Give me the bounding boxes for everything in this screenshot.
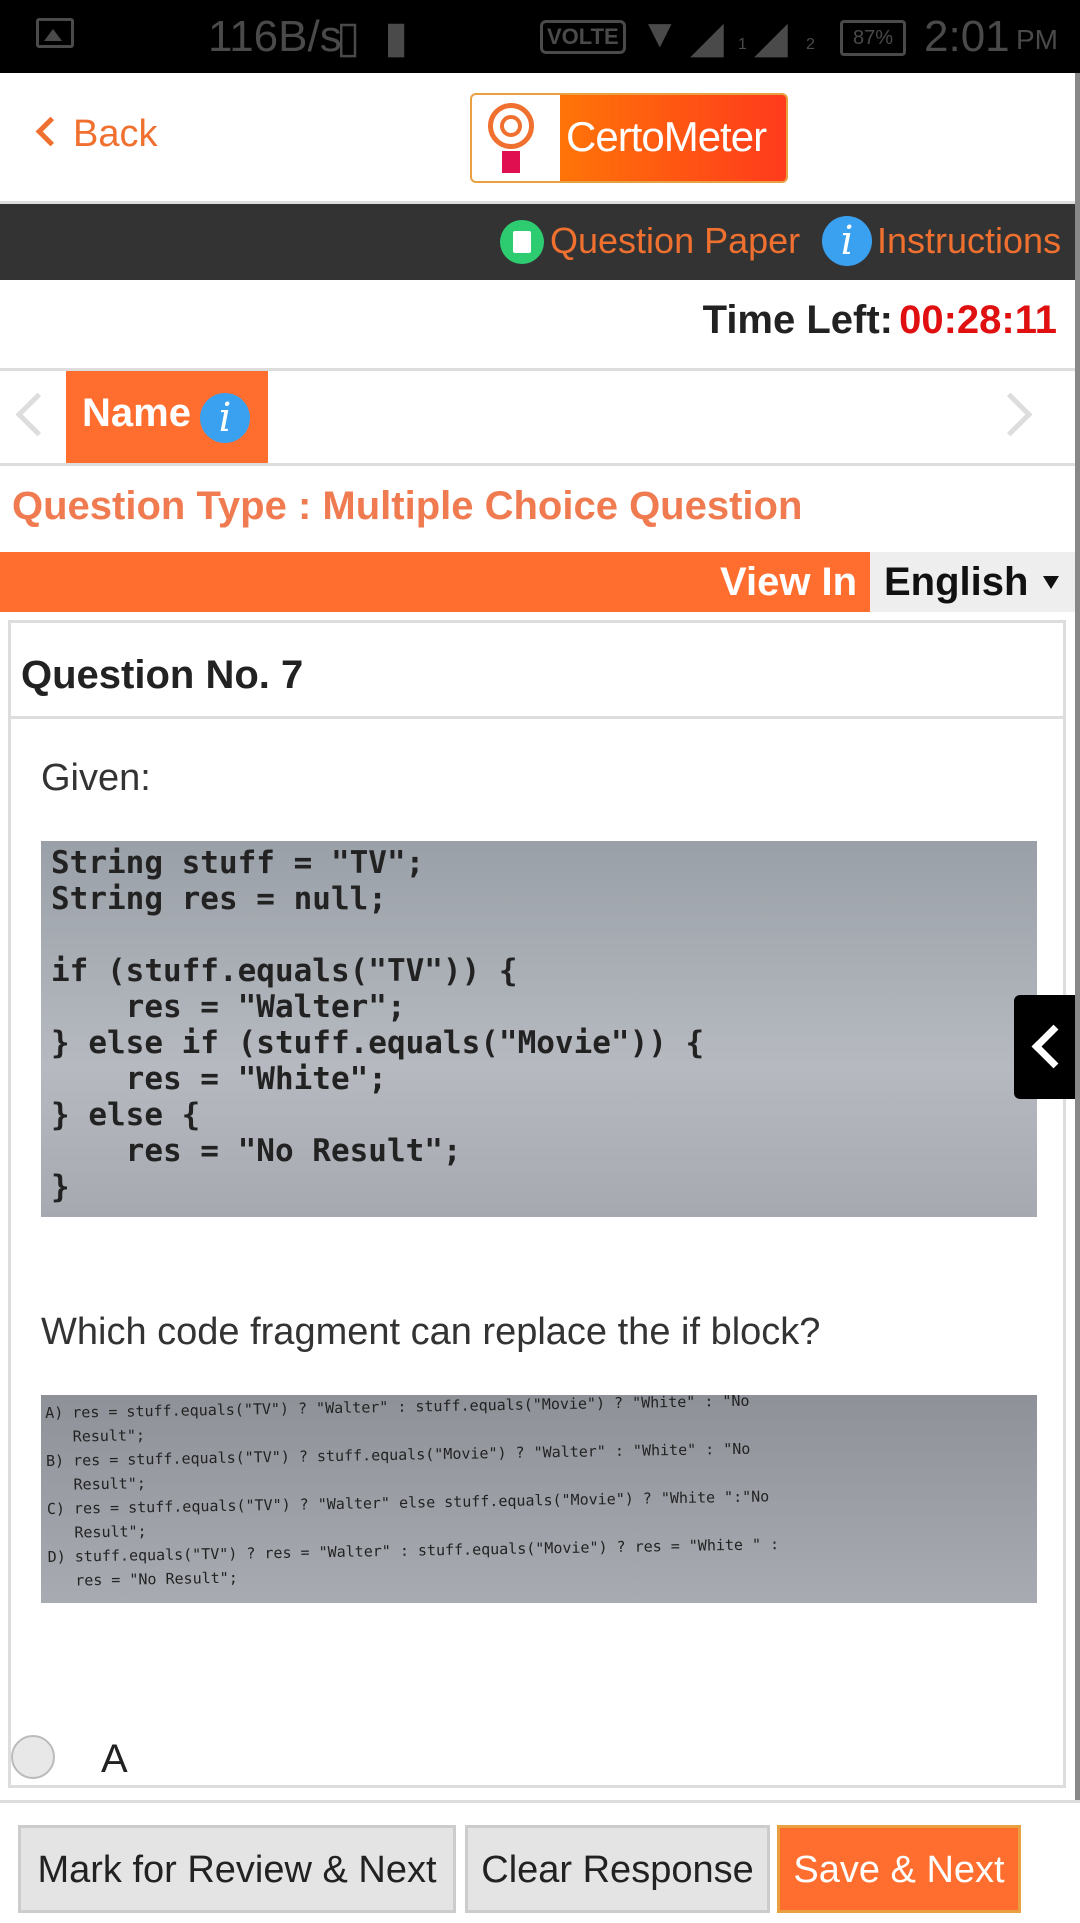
question-prompt: Which code fragment can replace the if b… bbox=[41, 1311, 821, 1353]
certometer-logo: CertoMeter bbox=[470, 93, 788, 183]
clear-response-button[interactable]: Clear Response bbox=[465, 1825, 770, 1913]
question-given: Given: bbox=[41, 757, 151, 799]
gallery-icon bbox=[36, 18, 74, 48]
clock-ampm: PM bbox=[1016, 24, 1058, 55]
time-left-label: Time Left: bbox=[702, 298, 893, 342]
back-label: Back bbox=[73, 113, 158, 155]
code-image-text: String stuff = "TV"; String res = null; … bbox=[51, 845, 705, 1205]
question-number: Question No. 7 bbox=[21, 653, 304, 697]
question-paper-icon[interactable] bbox=[500, 220, 544, 264]
target-icon bbox=[472, 95, 560, 181]
wifi-icon: ▼ bbox=[640, 12, 680, 56]
logo-text: CertoMeter bbox=[566, 113, 767, 160]
option-a[interactable]: A bbox=[11, 1733, 411, 1783]
info-icon[interactable]: i bbox=[822, 216, 872, 266]
question-number-row: Question No. 7 bbox=[11, 623, 1063, 719]
volte-badge: VOLTE bbox=[540, 20, 626, 54]
timer-row: Time Left: 00:28:11 bbox=[0, 280, 1075, 371]
options-image-text: A) res = stuff.equals("TV") ? "Walter" :… bbox=[45, 1395, 780, 1590]
options-image: A) res = stuff.equals("TV") ? "Walter" :… bbox=[41, 1395, 1037, 1603]
network-speed: 116B/s bbox=[208, 12, 342, 61]
chevron-left-icon bbox=[1031, 1024, 1076, 1069]
action-bar: Mark for Review & Next Clear Response Sa… bbox=[0, 1800, 1080, 1923]
section-tab-label: Name bbox=[82, 391, 191, 435]
view-in-bar: View In English bbox=[0, 552, 1075, 612]
vibrate-icon: ▮ bbox=[384, 13, 409, 62]
section-tabs: Name i bbox=[0, 371, 1075, 466]
signal-icon-1: ◢ bbox=[690, 13, 724, 62]
option-a-label: A bbox=[101, 1737, 128, 1781]
question-panel: Question No. 7 Given: String stuff = "TV… bbox=[8, 620, 1066, 1788]
sim-1-label: 1 bbox=[738, 36, 747, 53]
code-image: String stuff = "TV"; String res = null; … bbox=[41, 841, 1037, 1217]
scrollbar bbox=[1075, 73, 1080, 1920]
language-value: English bbox=[884, 560, 1029, 604]
question-type: Question Type : Multiple Choice Question bbox=[12, 484, 803, 528]
view-in-label: View In bbox=[720, 560, 858, 604]
chevron-right-icon[interactable] bbox=[988, 392, 1033, 437]
sim-2-label: 2 bbox=[806, 36, 815, 53]
section-info-icon[interactable]: i bbox=[200, 393, 250, 443]
mark-for-review-button[interactable]: Mark for Review & Next bbox=[18, 1825, 456, 1913]
instructions-link[interactable]: Instructions bbox=[877, 220, 1061, 262]
signal-icon-2: ◢ bbox=[754, 13, 788, 62]
back-button[interactable]: Back bbox=[35, 113, 158, 156]
chevron-left-icon bbox=[35, 116, 66, 147]
language-select[interactable]: English bbox=[870, 552, 1075, 612]
caret-down-icon bbox=[1043, 576, 1059, 589]
section-tab-name[interactable]: Name i bbox=[66, 371, 268, 463]
phone-icon: ▯ bbox=[336, 13, 361, 62]
side-panel-toggle[interactable] bbox=[1014, 995, 1076, 1099]
battery-icon: 87% bbox=[840, 20, 906, 56]
time-left-value: 00:28:11 bbox=[899, 298, 1057, 342]
app-header: Back CertoMeter bbox=[0, 73, 1075, 204]
chevron-left-icon[interactable] bbox=[15, 392, 60, 437]
option-a-radio[interactable] bbox=[11, 1735, 55, 1779]
save-next-button[interactable]: Save & Next bbox=[777, 1825, 1021, 1913]
clock: 2:01 bbox=[924, 12, 1010, 61]
question-paper-link[interactable]: Question Paper bbox=[550, 220, 800, 262]
status-bar: 116B/s ▯ ▮ VOLTE ▼ ◢ 1 ◢ 2 87% 2:01 PM bbox=[0, 0, 1080, 73]
